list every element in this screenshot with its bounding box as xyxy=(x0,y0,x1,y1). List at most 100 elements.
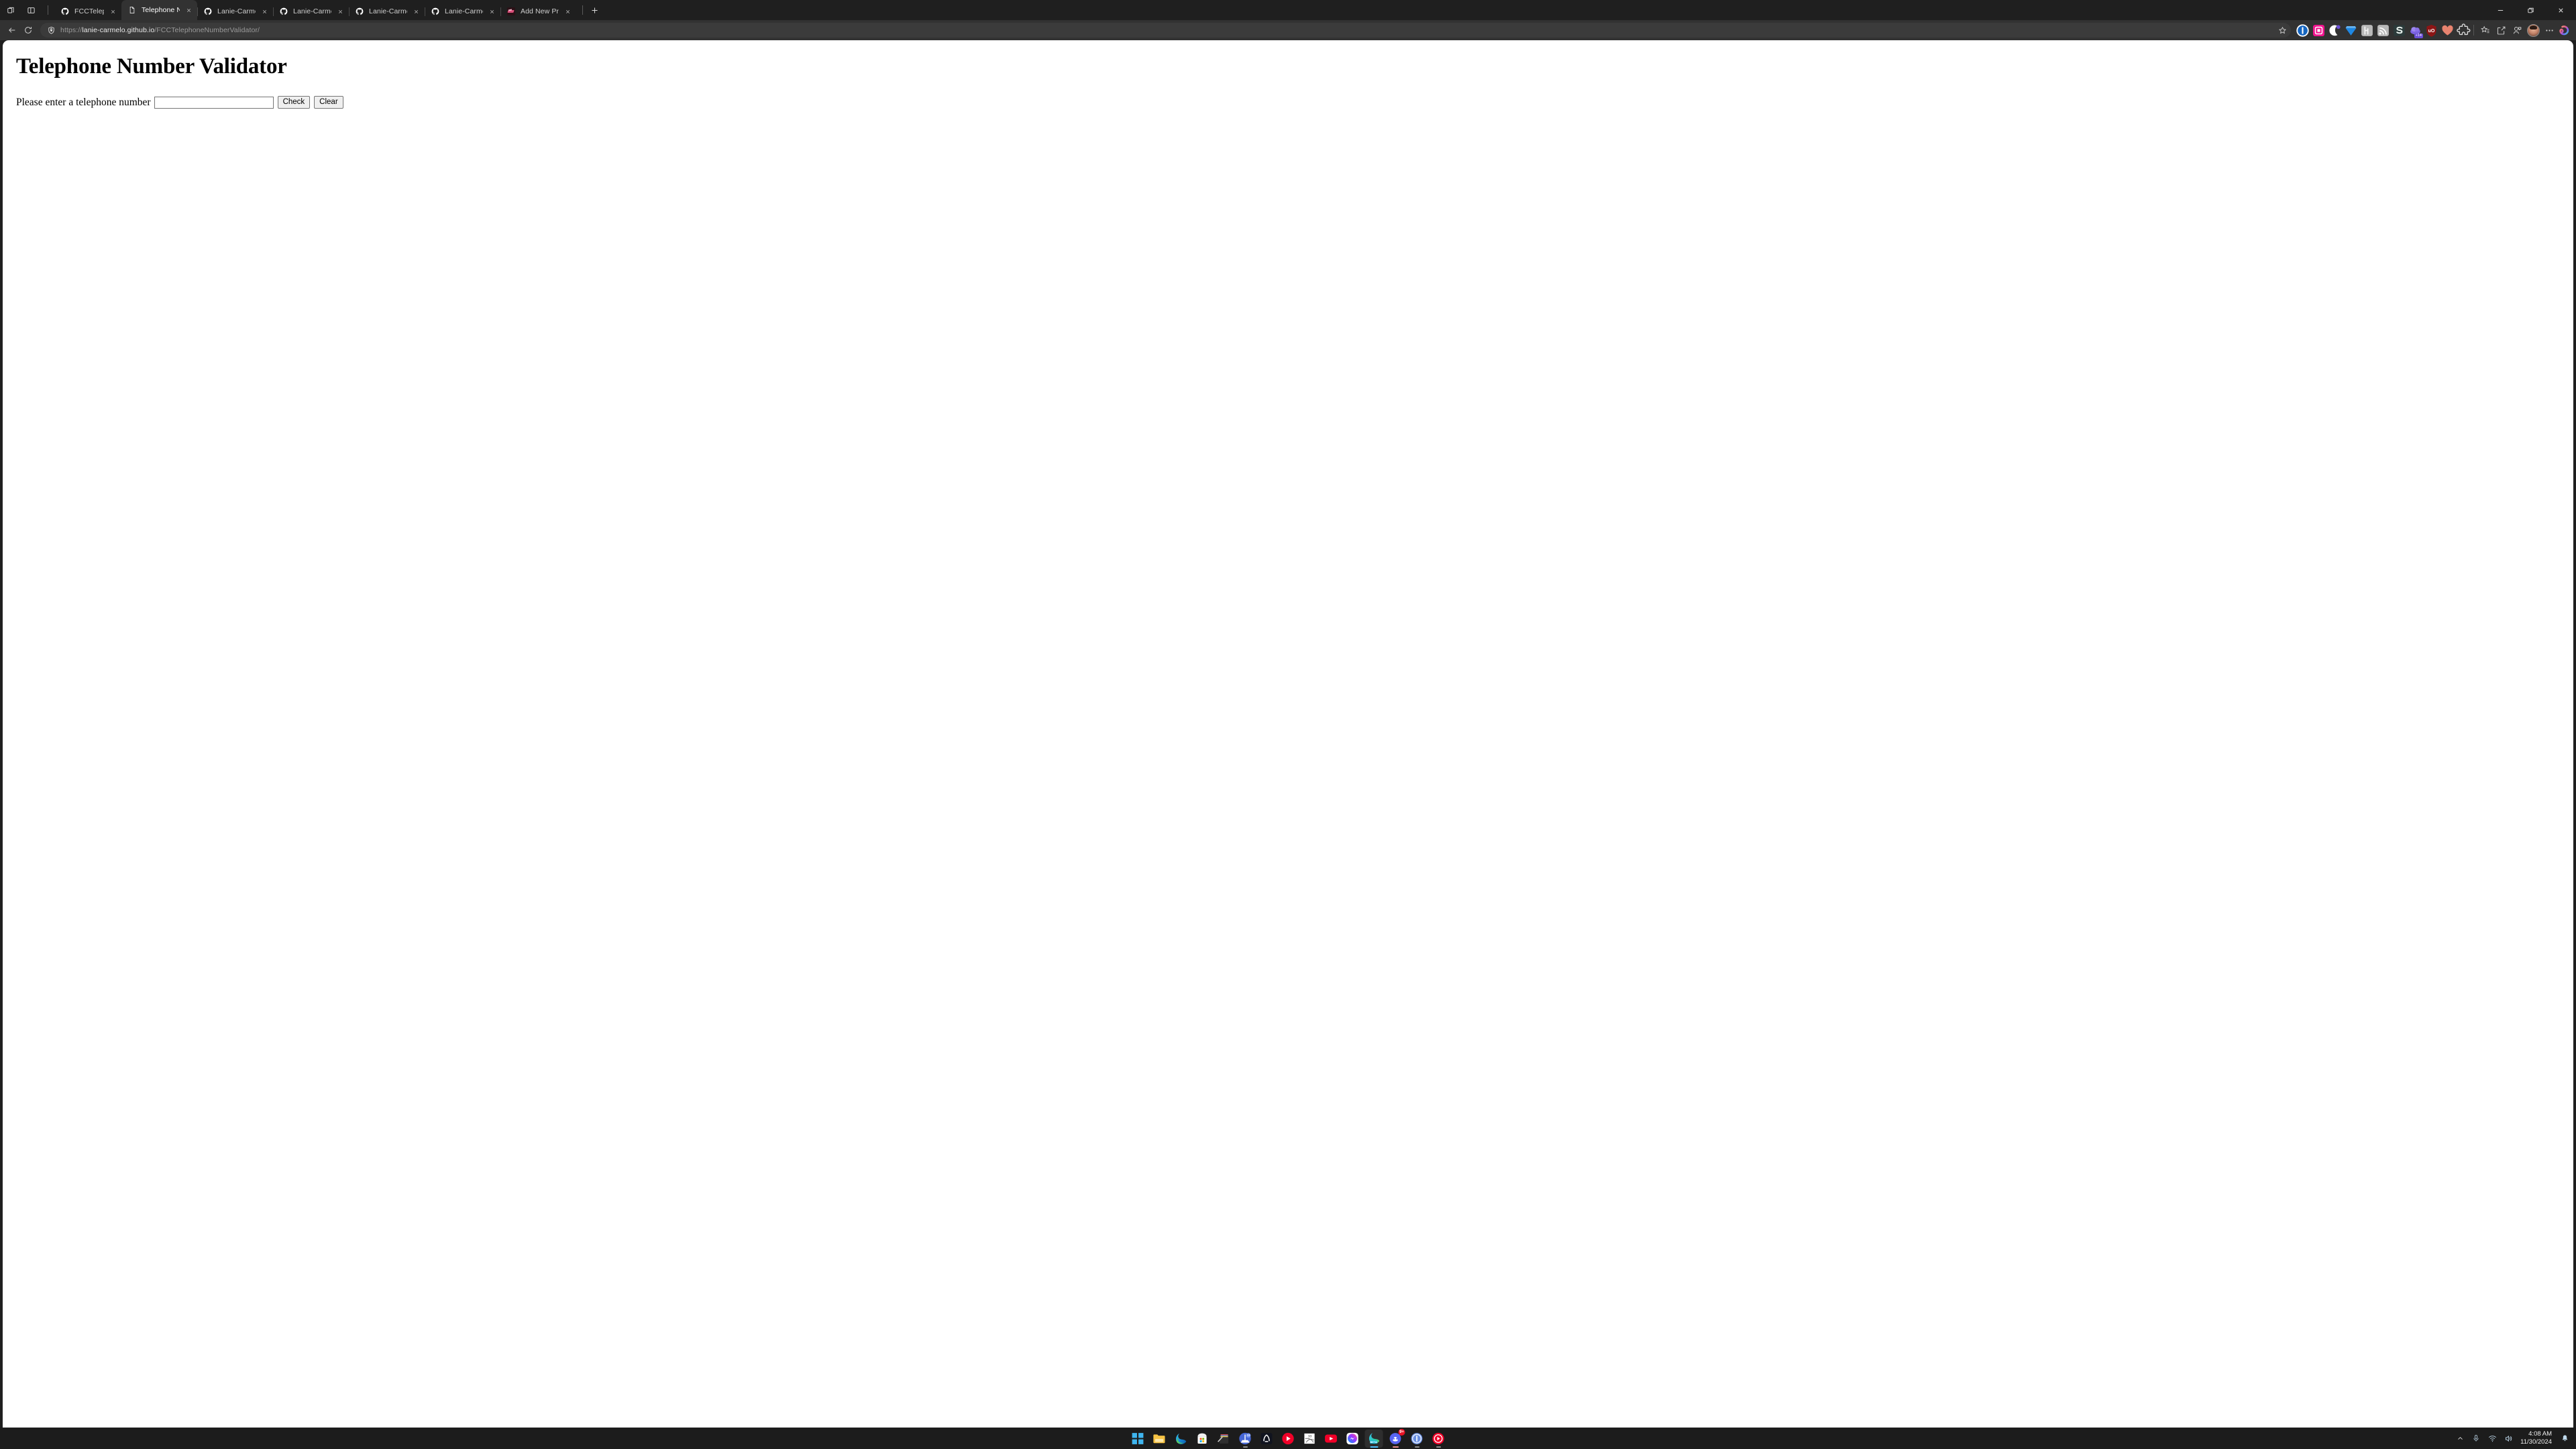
moon-reader-extension-icon[interactable] xyxy=(2327,23,2342,38)
avatar xyxy=(2526,23,2540,37)
file-explorer-icon[interactable] xyxy=(1150,1430,1169,1448)
pink-box-extension-icon[interactable] xyxy=(2311,23,2326,38)
collections-icon[interactable] xyxy=(2493,22,2509,38)
telephone-input-label: Please enter a telephone number xyxy=(16,96,151,108)
microsoft-edge-icon[interactable] xyxy=(1172,1430,1190,1448)
audacity-icon[interactable] xyxy=(1258,1430,1276,1448)
browser-tab[interactable]: Lanie-Carmelo/HTML-Cheat-She xyxy=(425,3,500,20)
tab-separator xyxy=(349,7,350,16)
clock-date: 11/30/2024 xyxy=(2520,1438,2552,1446)
volume-icon[interactable] xyxy=(2500,1428,2516,1449)
new-tab-button[interactable] xyxy=(587,3,602,17)
tab-close-icon[interactable] xyxy=(410,5,422,17)
honey-extension-icon[interactable] xyxy=(2359,23,2374,38)
extensions-area: +14 uO xyxy=(2295,23,2471,38)
browser-essentials-icon[interactable] xyxy=(2509,22,2525,38)
tab-title: Lanie-Carmelo/DasmotosArtsAnd xyxy=(369,7,407,15)
heart-extension-icon[interactable] xyxy=(2440,23,2455,38)
tab-title: Add New Project ‹ Life of a Rare B xyxy=(521,7,559,15)
browser-extensions-puzzle-icon[interactable] xyxy=(2456,23,2471,38)
windows-taskbar: 16 10 BETA 9+ 4:08 AM 11/30/2024 xyxy=(0,1428,2576,1449)
split-screen-icon[interactable] xyxy=(24,3,38,17)
tab-actions-menu-icon[interactable] xyxy=(4,3,17,17)
settings-and-more-icon[interactable] xyxy=(2541,22,2557,38)
browser-toolbar: https://lanie-carmelo.github.io/FCCTelep… xyxy=(0,20,2576,40)
ublock-origin-extension-icon[interactable]: uO xyxy=(2424,23,2438,38)
tab-close-icon[interactable] xyxy=(182,4,195,16)
youtube-music-desktop-icon[interactable] xyxy=(1430,1430,1448,1448)
github-icon xyxy=(60,7,70,16)
browser-tab[interactable]: Lanie-Carmelo/DasmotosArtsAnd xyxy=(349,3,425,20)
tab-close-icon[interactable] xyxy=(334,5,346,17)
file-archiver-icon[interactable] xyxy=(1215,1430,1233,1448)
wifi-icon[interactable] xyxy=(2484,1428,2500,1449)
rss-feed-extension-icon[interactable] xyxy=(2375,23,2390,38)
calendar-10-icon[interactable]: 10 xyxy=(1301,1430,1319,1448)
site-info-lock-icon[interactable] xyxy=(46,25,56,36)
browser-tab[interactable]: Lanie-Carmelo/fCCPokemonSear xyxy=(273,3,349,20)
microphone-icon[interactable] xyxy=(2468,1428,2484,1449)
new-tab-divider xyxy=(582,5,583,15)
browser-tab[interactable]: Add New Project ‹ Life of a Rare B xyxy=(500,3,576,20)
tab-close-icon[interactable] xyxy=(561,5,574,17)
github-icon xyxy=(355,7,364,16)
clock[interactable]: 4:08 AM 11/30/2024 xyxy=(2516,1430,2557,1446)
check-button[interactable]: Check xyxy=(277,96,311,109)
microsoft-edge-beta-icon[interactable]: BETA xyxy=(1364,1429,1383,1448)
extension-badge: +14 xyxy=(2414,33,2423,38)
favorite-star-icon[interactable] xyxy=(2276,24,2288,36)
tab-close-icon[interactable] xyxy=(258,5,270,17)
tab-close-icon[interactable] xyxy=(486,5,498,17)
page-title: Telephone Number Validator xyxy=(16,54,287,78)
url-host: lanie-carmelo.github.io xyxy=(82,26,155,34)
favorites-icon[interactable] xyxy=(2477,22,2493,38)
tab-strip: FCCTelephoneNumberValidator/ a Telephone … xyxy=(0,0,2576,20)
youtube-music-icon[interactable] xyxy=(1279,1430,1297,1448)
svg-text:BETA: BETA xyxy=(1370,1440,1377,1443)
browser-tab[interactable]: Telephone Number Validator xyxy=(121,0,197,20)
tab-close-icon[interactable] xyxy=(107,5,119,17)
1password-icon[interactable] xyxy=(1408,1430,1426,1448)
purple-cloud-extension-icon[interactable]: +14 xyxy=(2408,23,2423,38)
tab-title: Lanie-Carmelo/HTML-Cheat-She xyxy=(445,7,483,15)
browser-window: FCCTelephoneNumberValidator/ a Telephone … xyxy=(0,0,2576,1428)
refresh-button[interactable] xyxy=(20,22,36,38)
clear-button[interactable]: Clear xyxy=(314,96,343,109)
back-button[interactable] xyxy=(4,22,20,38)
web-page-content: Telephone Number Validator Please enter … xyxy=(3,40,2573,1428)
tab-separator xyxy=(273,7,274,16)
discord-icon[interactable]: 9+ xyxy=(1387,1428,1405,1448)
taskbar-app-icons: 16 10 BETA 9+ xyxy=(1129,1428,1448,1449)
copilot-icon[interactable] xyxy=(2557,23,2572,38)
document-icon xyxy=(127,5,137,15)
new-tab-area xyxy=(576,0,602,20)
balena-etcher-icon[interactable]: 16 xyxy=(1236,1430,1254,1448)
avatar-button[interactable] xyxy=(2525,22,2541,38)
maximize-restore-button[interactable] xyxy=(2516,0,2546,20)
notifications-bell-icon[interactable] xyxy=(2557,1428,2572,1449)
gem-extension-icon[interactable] xyxy=(2343,23,2358,38)
tab-separator xyxy=(197,7,198,16)
minimize-button[interactable] xyxy=(2485,0,2516,20)
1password-extension-icon[interactable] xyxy=(2295,23,2310,38)
browser-tab[interactable]: Lanie-Carmelo/FCCCashRegisterP xyxy=(197,3,273,20)
browser-tab[interactable]: FCCTelephoneNumberValidator/ a xyxy=(54,3,121,20)
svg-text:uO: uO xyxy=(2428,28,2434,33)
telephone-validator-form: Please enter a telephone number Check Cl… xyxy=(16,96,2560,109)
address-bar[interactable]: https://lanie-carmelo.github.io/FCCTelep… xyxy=(40,23,2291,38)
stylus-extension-icon[interactable] xyxy=(2392,23,2406,38)
close-window-button[interactable] xyxy=(2546,0,2576,20)
messenger-icon[interactable] xyxy=(1344,1430,1362,1448)
tabs-container: FCCTelephoneNumberValidator/ a Telephone … xyxy=(54,0,576,20)
telephone-number-input[interactable] xyxy=(154,96,274,109)
microsoft-store-icon[interactable] xyxy=(1193,1430,1212,1448)
tab-title: Lanie-Carmelo/fCCPokemonSear xyxy=(293,7,331,15)
url-path: /FCCTelephoneNumberValidator/ xyxy=(154,26,260,34)
tab-strip-left-icons xyxy=(0,0,54,20)
wordpress-site-icon xyxy=(506,7,516,16)
window-controls xyxy=(2485,0,2576,20)
show-hidden-icons-button[interactable] xyxy=(2452,1428,2468,1449)
youtube-icon[interactable] xyxy=(1322,1430,1340,1448)
url-scheme: https:// xyxy=(60,26,83,34)
start-button-icon[interactable] xyxy=(1129,1430,1147,1448)
